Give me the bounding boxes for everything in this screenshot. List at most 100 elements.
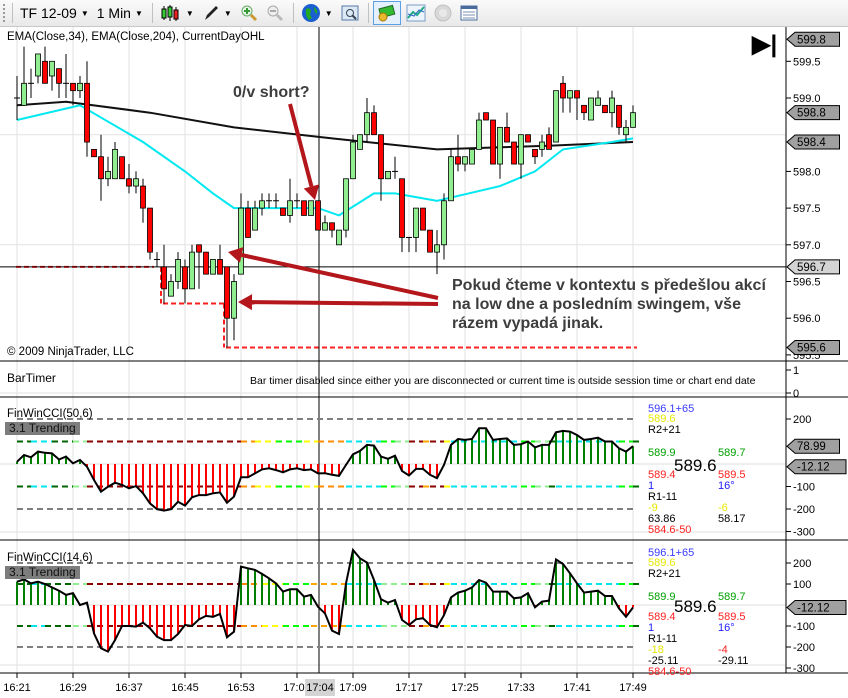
arrow-shaft: [251, 300, 439, 306]
candle: [308, 200, 314, 216]
scroll-to-end-button[interactable]: ▶|: [752, 33, 777, 57]
candle: [630, 105, 636, 128]
candle: [609, 90, 615, 128]
candle: [427, 229, 433, 253]
info-big-value: 589.6: [674, 597, 717, 616]
candle: [28, 68, 34, 98]
candle-body: [224, 266, 230, 319]
candle-body: [70, 82, 76, 92]
candle-body: [238, 207, 244, 275]
candle-body: [308, 200, 314, 216]
cci2-state-badge: 3.1 Trending: [5, 566, 80, 579]
candle-body: [189, 251, 195, 290]
candle: [133, 171, 139, 194]
candle: [210, 259, 216, 275]
disabled-button[interactable]: [431, 2, 455, 24]
cci-panel-2[interactable]: [16, 547, 640, 653]
candle: [63, 53, 69, 98]
info-r5: 584.6-50: [648, 524, 692, 536]
candle-body: [119, 156, 125, 180]
candle: [56, 68, 62, 98]
candle-body: [84, 82, 90, 143]
info-big-value: 589.6: [674, 456, 717, 475]
candle: [175, 252, 181, 289]
candle: [392, 156, 398, 179]
candle: [126, 164, 132, 194]
strategy-button[interactable]: [403, 2, 429, 24]
candle: [21, 46, 27, 106]
candle-body: [623, 126, 629, 136]
candle: [14, 75, 20, 121]
candle-body: [567, 90, 573, 99]
globe-button[interactable]: ▼: [298, 2, 336, 24]
chart-style-button[interactable]: ▼: [157, 2, 197, 24]
zoom-in-button[interactable]: [237, 2, 261, 24]
candle-body: [581, 104, 587, 114]
candle-body: [35, 53, 41, 77]
info-r3: R2+21: [648, 568, 681, 580]
candle: [217, 244, 223, 275]
candle-body: [385, 170, 391, 180]
candle-body: [196, 244, 202, 253]
time-tick-label: 17:25: [451, 682, 479, 694]
candle: [602, 104, 608, 114]
candle: [455, 134, 461, 172]
time-tick-label: 16:53: [227, 682, 255, 694]
price-marker: 598.4: [797, 137, 826, 149]
time-tick-label: 16:45: [171, 682, 199, 694]
info-a1: 589.9: [648, 591, 676, 603]
interval-selector[interactable]: 1 Min ▼: [94, 2, 146, 24]
candle-body: [336, 229, 342, 246]
drawing-tools-button[interactable]: ▼: [199, 2, 235, 24]
bartimer-label: BarTimer: [7, 371, 56, 385]
candle: [287, 178, 293, 223]
candle-body: [112, 148, 118, 180]
info-b5: 58.17: [718, 513, 746, 525]
candle-body: [126, 178, 132, 187]
candle-body: [497, 126, 503, 165]
cci-panel-1[interactable]: [16, 418, 640, 512]
candle-body: [588, 97, 594, 121]
candle: [322, 215, 328, 231]
candle: [259, 193, 265, 216]
candle: [518, 134, 524, 179]
chart-trader-icon: [377, 4, 396, 22]
candle-body: [595, 97, 601, 106]
candle: [119, 156, 125, 180]
candle: [266, 193, 272, 209]
candle-body: [427, 229, 433, 253]
price-marker: 595.6: [797, 343, 826, 355]
data-box-button[interactable]: [457, 2, 481, 24]
zoom-out-button[interactable]: [263, 2, 287, 24]
candle-body: [231, 281, 237, 319]
toolbar-grip[interactable]: [3, 4, 8, 22]
candle: [539, 134, 545, 157]
candle: [49, 60, 55, 91]
info-a1: 589.9: [648, 447, 676, 459]
candle-body: [252, 207, 258, 231]
candle: [147, 207, 153, 260]
candle: [105, 156, 111, 187]
candle-body: [399, 178, 405, 238]
time-tick-label: 16:29: [59, 682, 87, 694]
candle-body: [609, 97, 615, 114]
candle: [567, 90, 573, 113]
disabled-circle-icon: [434, 4, 452, 22]
cci1-title: FinWinCCI(50,6): [7, 408, 93, 420]
candle-body: [105, 170, 111, 180]
properties-button[interactable]: [338, 2, 362, 24]
instrument-selector[interactable]: TF 12-09 ▼: [17, 2, 92, 24]
candle-body: [483, 112, 489, 121]
cci-value-marker: -12.12: [797, 603, 830, 615]
price-tick-label: 599.5: [793, 56, 821, 68]
candle-body: [420, 207, 426, 231]
chart-trader-button[interactable]: [372, 1, 401, 25]
candle: [490, 119, 496, 165]
candle: [581, 104, 587, 121]
candle: [280, 207, 286, 216]
globe-icon: [301, 4, 320, 22]
candle: [420, 207, 426, 231]
candle: [553, 90, 559, 143]
candle: [91, 148, 97, 158]
cci-tick-label: -100: [793, 621, 815, 633]
